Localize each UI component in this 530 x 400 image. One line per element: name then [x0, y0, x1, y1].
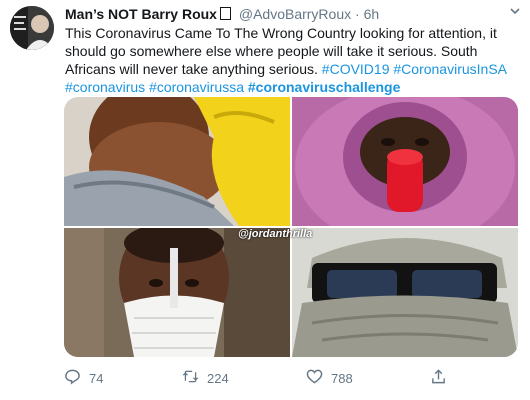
tweet-text: This Coronavirus Came To The Wrong Count… — [65, 24, 520, 96]
photo-white-mask[interactable] — [64, 228, 290, 357]
author-handle[interactable]: @AdvoBarryRoux — [239, 6, 351, 22]
photo-yellow-glove[interactable] — [64, 97, 290, 226]
reply-count: 74 — [89, 370, 104, 386]
tweet-actions: 74 224 788 — [64, 368, 504, 386]
reply-icon — [64, 368, 81, 388]
retweet-count: 224 — [207, 370, 229, 386]
photo-sunglasses[interactable] — [292, 228, 518, 357]
reply-button[interactable]: 74 — [64, 368, 103, 388]
like-icon — [306, 368, 323, 388]
avatar[interactable] — [10, 6, 54, 50]
photo-image — [64, 228, 290, 357]
retweet-button[interactable]: 224 — [182, 368, 229, 388]
photo-image — [292, 97, 518, 226]
hashtag[interactable]: #coronavirussa — [149, 79, 244, 95]
tweet-header: Man’s NOT Barry Roux @AdvoBarryRoux · 6h — [65, 5, 379, 23]
avatar-image — [10, 6, 54, 50]
retweet-icon — [182, 368, 199, 388]
tweet-time[interactable]: 6h — [364, 6, 380, 22]
flag-icon — [219, 7, 231, 20]
share-icon — [430, 368, 447, 388]
media-grid[interactable] — [64, 97, 518, 357]
hashtag[interactable]: #coronavirus — [65, 79, 145, 95]
share-button[interactable] — [430, 368, 447, 388]
tweet[interactable]: Man’s NOT Barry Roux @AdvoBarryRoux · 6h… — [0, 0, 530, 400]
photo-pink-hood[interactable] — [292, 97, 518, 226]
hashtag[interactable]: #coronaviruschallenge — [248, 79, 401, 95]
hashtag[interactable]: #CoronavirusInSA — [393, 61, 506, 77]
photo-image — [292, 228, 518, 357]
photo-image — [64, 97, 290, 226]
hashtag[interactable]: #COVID19 — [322, 61, 390, 77]
author-name[interactable]: Man’s NOT Barry Roux — [65, 6, 217, 22]
like-count: 788 — [331, 370, 353, 386]
like-button[interactable]: 788 — [306, 368, 353, 388]
photo-watermark: @jordanthrilla — [238, 228, 313, 240]
separator-dot: · — [355, 6, 360, 22]
chevron-down-icon[interactable] — [508, 4, 522, 21]
